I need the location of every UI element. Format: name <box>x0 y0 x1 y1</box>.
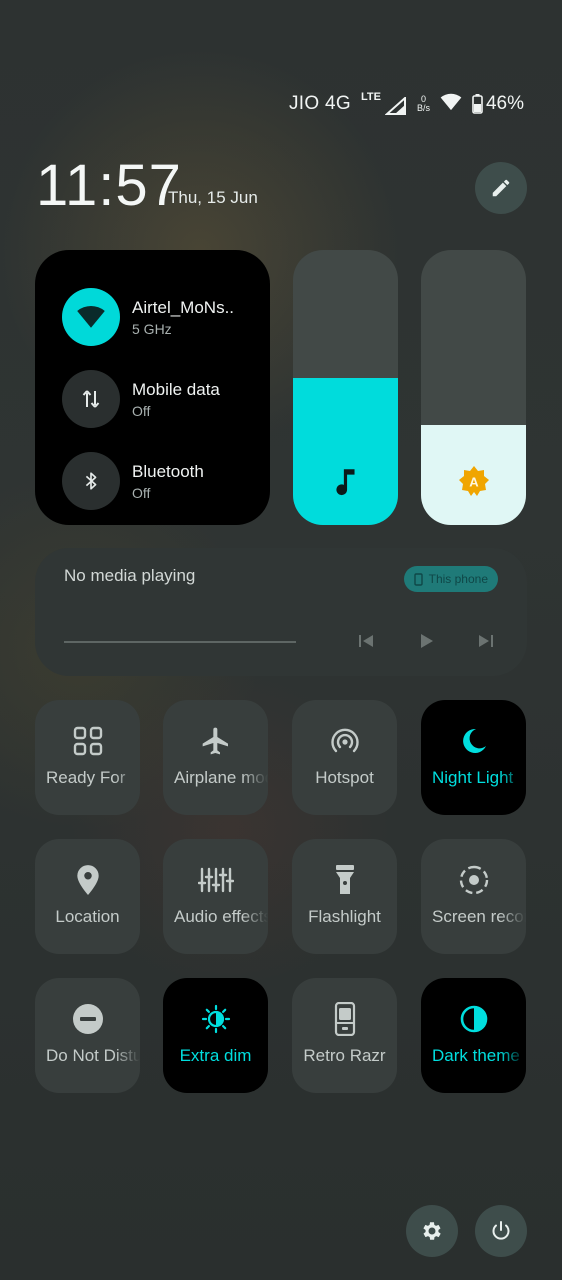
tile-extra-dim[interactable]: Extra dim <box>163 978 268 1093</box>
music-note-icon <box>293 465 398 497</box>
equalizer-icon <box>197 863 234 897</box>
bluetooth-label: Bluetooth <box>132 461 204 481</box>
brightness-slider[interactable]: A <box>421 250 526 525</box>
tile-ready-for[interactable]: Ready For <box>35 700 140 815</box>
power-icon <box>492 1221 510 1240</box>
connectivity-card: Airtel_MoNs.. 5 GHz Mobile data Off Blue… <box>35 250 270 525</box>
tile-label: Ready For <box>46 768 126 787</box>
mobile-data-state: Off <box>132 402 151 419</box>
battery-icon <box>472 94 483 114</box>
tile-label: Location <box>55 907 120 926</box>
tile-label: Screen record <box>432 907 526 926</box>
mobile-data-label: Mobile data <box>132 379 220 399</box>
screen-record-icon <box>458 863 490 897</box>
pencil-icon <box>492 179 510 197</box>
carrier-label: JIO 4G <box>288 93 351 114</box>
tile-label: Extra dim <box>179 1046 252 1065</box>
media-title: No media playing <box>64 566 196 585</box>
tile-do-not-disturb[interactable]: Do Not Disturb <box>35 978 140 1093</box>
media-output-label: This phone <box>428 572 488 586</box>
network-speed-indicator: 0 B/s <box>417 95 430 113</box>
dark-theme-icon <box>459 1002 489 1036</box>
tile-label: Flashlight <box>308 907 381 926</box>
edit-button[interactable] <box>475 162 527 214</box>
tile-location[interactable]: Location <box>35 839 140 954</box>
lte-signal-icon: LTE <box>361 91 407 117</box>
tile-label: Do Not Disturb <box>46 1046 140 1065</box>
date-label[interactable]: Thu, 15 Jun <box>168 188 258 208</box>
volume-slider[interactable] <box>293 250 398 525</box>
tile-dark-theme[interactable]: Dark theme <box>421 978 526 1093</box>
tile-night-light[interactable]: Night Light <box>421 700 526 815</box>
tile-label: Airplane mode <box>174 768 268 787</box>
moon-icon <box>459 724 489 758</box>
wifi-network-name: Airtel_MoNs.. <box>132 297 235 317</box>
battery-percent: 46% <box>485 93 524 114</box>
tile-label: Hotspot <box>315 768 374 787</box>
swap-vertical-icon[interactable] <box>62 370 120 428</box>
battery-indicator: 46% <box>472 93 524 115</box>
extra-dim-icon <box>201 1002 231 1036</box>
wifi-tile[interactable]: Airtel_MoNs.. 5 GHz <box>35 276 270 358</box>
tile-label: Dark theme <box>432 1046 520 1065</box>
flip-phone-icon <box>334 1002 356 1036</box>
media-player-card[interactable]: No media playing This phone <box>35 548 527 676</box>
svg-text:A: A <box>469 475 479 490</box>
media-output-chip[interactable]: This phone <box>403 566 498 592</box>
do-not-disturb-icon <box>72 1002 104 1036</box>
tile-label: Retro Razr <box>303 1046 386 1065</box>
phone-icon <box>413 572 423 586</box>
gear-icon <box>423 1222 441 1240</box>
bluetooth-tile[interactable]: Bluetooth Off <box>35 440 270 522</box>
location-pin-icon <box>74 863 102 897</box>
tile-screen-record[interactable]: Screen record <box>421 839 526 954</box>
tile-flashlight[interactable]: Flashlight <box>292 839 397 954</box>
media-progress-bar[interactable] <box>64 641 296 643</box>
auto-brightness-icon: A <box>421 465 526 497</box>
bluetooth-icon[interactable] <box>62 452 120 510</box>
power-button[interactable] <box>475 1205 527 1257</box>
tile-retro-razr[interactable]: Retro Razr <box>292 978 397 1093</box>
tile-hotspot[interactable]: Hotspot <box>292 700 397 815</box>
wifi-band: 5 GHz <box>132 320 172 337</box>
tile-label: Audio effects <box>174 907 268 926</box>
volume-slider-fill <box>293 377 398 525</box>
tile-audio-effects[interactable]: Audio effects <box>163 839 268 954</box>
clock[interactable]: 11:57 <box>36 152 182 219</box>
skip-next-icon[interactable] <box>475 630 497 652</box>
play-icon[interactable] <box>415 630 437 652</box>
hotspot-icon <box>329 724 361 758</box>
wifi-signal-icon <box>440 93 462 116</box>
tile-airplane-mode[interactable]: Airplane mode <box>163 700 268 815</box>
flashlight-icon <box>333 863 357 897</box>
network-speed-unit: B/s <box>416 103 430 113</box>
settings-button[interactable] <box>406 1205 458 1257</box>
status-bar: JIO 4G LTE 0 B/s 46% <box>289 90 524 118</box>
bluetooth-state: Off <box>132 484 151 501</box>
grid-icon <box>72 724 104 758</box>
tile-label: Night Light <box>432 768 514 787</box>
wifi-icon[interactable] <box>62 288 120 346</box>
skip-previous-icon[interactable] <box>355 630 377 652</box>
airplane-icon <box>200 724 232 758</box>
mobile-data-tile[interactable]: Mobile data Off <box>35 358 270 440</box>
network-type-label: LTE <box>360 91 381 103</box>
